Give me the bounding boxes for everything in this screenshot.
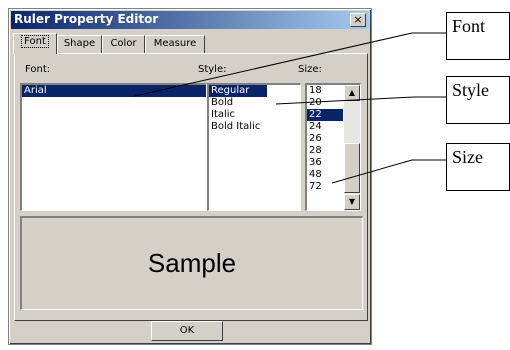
- style-callout: Style: [446, 76, 510, 124]
- font-leader-line: [134, 32, 413, 97]
- size-callout-label: Size: [452, 147, 483, 167]
- tab-font[interactable]: Font: [13, 33, 57, 54]
- style-callout-label: Style: [452, 80, 490, 100]
- font-callout: Font: [446, 12, 510, 60]
- size-callout: Size: [446, 143, 510, 191]
- size-leader-line: [331, 159, 413, 184]
- style-leader-line: [275, 96, 415, 105]
- tab-font-label: Font: [21, 35, 49, 48]
- callout-leader-lines: [134, 32, 446, 184]
- font-callout-label: Font: [452, 16, 486, 36]
